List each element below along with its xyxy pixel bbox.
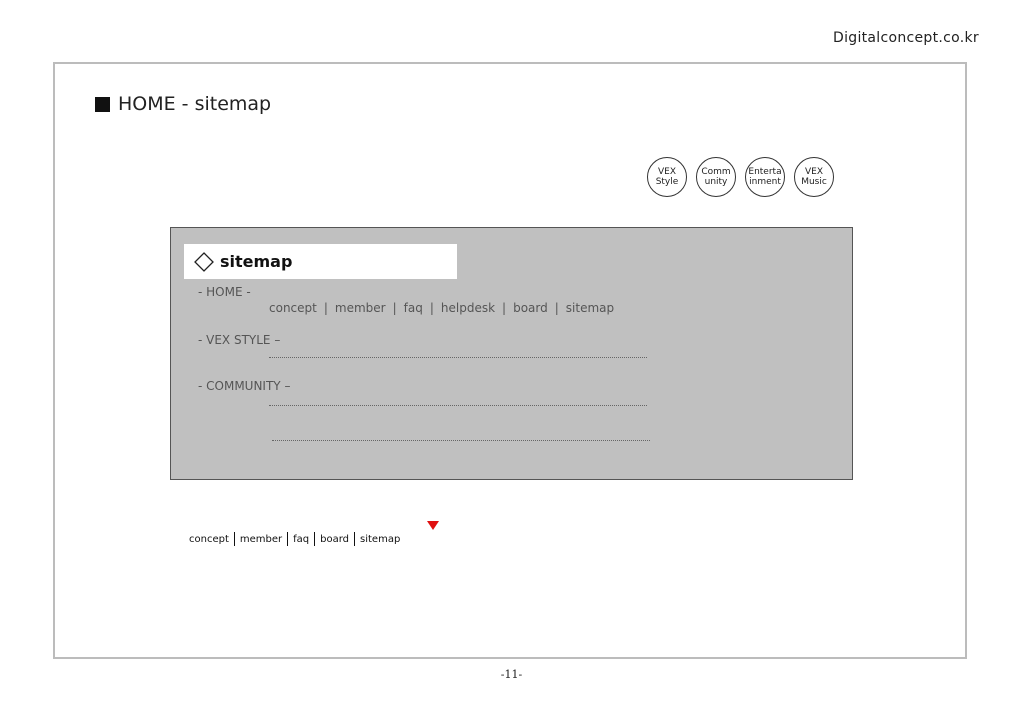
footer-link-sitemap[interactable]: sitemap [355, 534, 405, 545]
footer-link-member[interactable]: member [235, 534, 287, 545]
link-helpdesk[interactable]: helpdesk [441, 301, 495, 315]
link-member[interactable]: member [335, 301, 386, 315]
home-links: concept | member | faq | helpdesk | boar… [269, 301, 614, 315]
diamond-icon [194, 251, 214, 272]
footer-link-board[interactable]: board [315, 534, 354, 545]
link-sitemap[interactable]: sitemap [566, 301, 614, 315]
section-home-label: - HOME - [198, 285, 251, 299]
page-title: HOME - sitemap [95, 93, 271, 115]
dotted-placeholder-line [269, 357, 647, 358]
circle-nav-entertainment[interactable]: Enterta inment [745, 157, 785, 197]
link-separator: | [502, 301, 507, 315]
link-faq[interactable]: faq [404, 301, 423, 315]
link-board[interactable]: board [513, 301, 548, 315]
sitemap-panel-header: sitemap [184, 244, 457, 279]
section-community-label: - COMMUNITY – [198, 379, 291, 393]
footer-link-concept[interactable]: concept [189, 534, 234, 545]
dotted-placeholder-line [272, 440, 650, 441]
link-concept[interactable]: concept [269, 301, 317, 315]
current-page-marker-icon [427, 521, 439, 530]
footer-link-faq[interactable]: faq [288, 534, 314, 545]
footer-nav: concept member faq board sitemap [189, 532, 405, 546]
sitemap-panel: sitemap - HOME - concept | member | faq … [170, 227, 853, 480]
link-separator: | [429, 301, 434, 315]
circle-nav-vex-music[interactable]: VEX Music [794, 157, 834, 197]
square-bullet-icon [95, 96, 110, 112]
link-separator: | [554, 301, 559, 315]
link-separator: | [323, 301, 328, 315]
link-separator: | [392, 301, 397, 315]
dotted-placeholder-line [269, 405, 647, 406]
section-vex-style-label: - VEX STYLE – [198, 333, 281, 347]
sitemap-panel-title: sitemap [220, 252, 293, 271]
page-title-text: HOME - sitemap [118, 93, 272, 115]
page-number: -11- [500, 668, 523, 681]
site-name: Digitalconcept.co.kr [832, 30, 979, 46]
circle-nav-vex-style[interactable]: VEX Style [647, 157, 687, 197]
circle-nav-community[interactable]: Comm unity [696, 157, 736, 197]
circle-nav: VEX Style Comm unity Enterta inment VEX … [647, 157, 834, 197]
